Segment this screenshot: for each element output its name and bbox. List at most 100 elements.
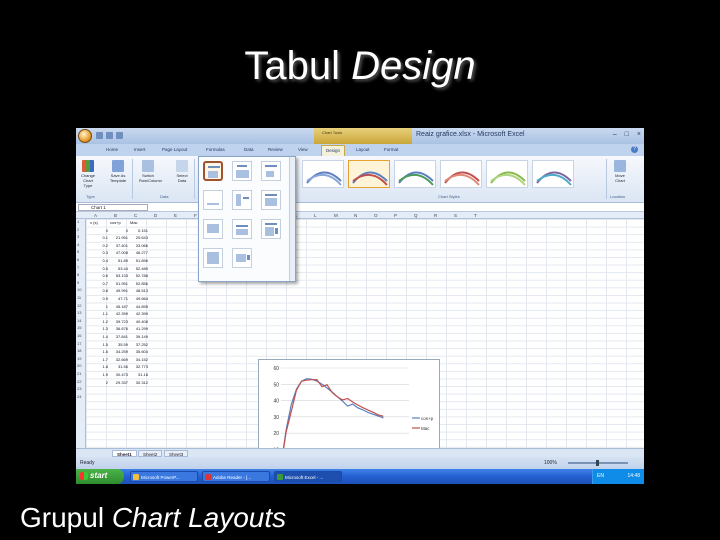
table-cell[interactable]: 2 [90, 380, 108, 385]
row-header[interactable]: 21 [77, 371, 81, 376]
column-header[interactable]: M [334, 213, 338, 218]
column-header[interactable]: O [374, 213, 378, 218]
table-cell[interactable]: 31.18 [130, 372, 148, 377]
table-cell[interactable]: 30.473 [110, 372, 128, 377]
save-icon[interactable] [96, 132, 103, 139]
row-header[interactable]: 3 [77, 234, 79, 239]
sheet-tab-3[interactable]: Sheet3 [164, 450, 189, 457]
row-header[interactable]: 19 [77, 356, 81, 361]
task-powerpoint[interactable]: Microsoft PowerP... [130, 471, 198, 482]
layout-11[interactable] [232, 248, 252, 268]
table-cell[interactable]: 32.773 [130, 364, 148, 369]
table-cell[interactable]: 30.312 [130, 380, 148, 385]
task-adobe-reader[interactable]: Adobe Reader - [... [202, 471, 270, 482]
table-cell[interactable]: 0.3 [90, 250, 108, 255]
undo-icon[interactable] [106, 132, 113, 139]
zoom-level[interactable]: 100% [544, 460, 557, 466]
tab-view[interactable]: View [298, 147, 308, 152]
table-cell[interactable]: 51.896 [130, 258, 148, 263]
table-cell[interactable]: 35.604 [130, 349, 148, 354]
table-cell[interactable]: 39.149 [130, 334, 148, 339]
layout-3[interactable] [261, 161, 281, 181]
row-header[interactable]: 6 [77, 257, 79, 262]
table-cell[interactable]: 1.2 [90, 319, 108, 324]
column-header[interactable]: D [154, 213, 157, 218]
help-icon[interactable]: ? [631, 146, 638, 153]
task-excel[interactable]: Microsoft Excel - ... [274, 471, 342, 482]
row-header[interactable]: 10 [77, 287, 81, 292]
sheet-tab-1[interactable]: Sheet1 [112, 450, 137, 457]
table-cell[interactable]: 47.71 [110, 296, 128, 301]
maximize-button[interactable]: □ [625, 131, 629, 138]
chart-style-1[interactable] [302, 160, 344, 188]
table-cell[interactable]: 32.669 [110, 357, 128, 362]
name-box[interactable]: Chart 1 [78, 204, 148, 211]
redo-icon[interactable] [116, 132, 123, 139]
table-cell[interactable]: 37.841 [110, 334, 128, 339]
table-cell[interactable]: 31.56 [110, 364, 128, 369]
table-cell[interactable]: 37.401 [110, 243, 128, 248]
table-cell[interactable]: x (s) [90, 220, 98, 225]
table-cell[interactable]: 48.513 [130, 288, 148, 293]
start-button[interactable]: start [76, 469, 124, 484]
table-cell[interactable]: 41.299 [130, 326, 148, 331]
tab-page-layout[interactable]: Page Layout [162, 147, 187, 152]
tab-home[interactable]: Home [106, 147, 118, 152]
zoom-slider-thumb[interactable] [596, 460, 599, 466]
tab-data[interactable]: Data [244, 147, 254, 152]
row-header[interactable]: 16 [77, 333, 81, 338]
row-header[interactable]: 18 [77, 348, 81, 353]
table-cell[interactable]: 45.187 [110, 304, 128, 309]
table-cell[interactable]: 1.5 [90, 342, 108, 347]
layout-2[interactable] [232, 161, 252, 181]
table-cell[interactable]: 42.399 [130, 311, 148, 316]
table-cell[interactable]: 52.489 [130, 266, 148, 271]
table-cell[interactable]: 0.4 [90, 258, 108, 263]
table-cell[interactable]: 52.856 [130, 281, 148, 286]
chart-style-2[interactable] [348, 160, 390, 188]
row-header[interactable]: 12 [77, 303, 81, 308]
row-header[interactable]: 11 [77, 295, 81, 300]
table-cell[interactable]: 51.89 [110, 258, 128, 263]
table-cell[interactable]: 0.8 [90, 288, 108, 293]
table-cell[interactable]: 49.991 [110, 288, 128, 293]
layout-7[interactable] [203, 219, 223, 239]
column-header[interactable]: N [354, 213, 357, 218]
column-header[interactable]: L [314, 213, 317, 218]
table-cell[interactable]: 34.259 [110, 349, 128, 354]
chart-style-5[interactable] [486, 160, 528, 188]
table-cell[interactable]: 34.152 [130, 357, 148, 362]
save-as-template-button[interactable]: Save As Template [109, 160, 127, 183]
table-cell[interactable]: 53.44 [110, 266, 128, 271]
tab-format[interactable]: Format [384, 147, 398, 152]
layout-8[interactable] [232, 219, 252, 239]
table-cell[interactable]: 29.337 [110, 380, 128, 385]
table-cell[interactable]: 49.664 [130, 296, 148, 301]
column-header[interactable]: F [194, 213, 197, 218]
table-cell[interactable]: 0.5 [90, 266, 108, 271]
table-cell[interactable]: 53.133 [110, 273, 128, 278]
sheet-tab-2[interactable]: Sheet2 [138, 450, 163, 457]
table-cell[interactable]: 44.895 [130, 304, 148, 309]
change-chart-type-button[interactable]: Change Chart Type [79, 160, 97, 188]
table-cell[interactable]: 39.723 [110, 319, 128, 324]
column-header[interactable]: B [114, 213, 117, 218]
table-cell[interactable]: 0.2 [90, 243, 108, 248]
table-cell[interactable]: 40.408 [130, 319, 148, 324]
switch-row-column-button[interactable]: Switch Row/Column [139, 160, 162, 183]
table-cell[interactable]: 20.643 [130, 235, 148, 240]
row-header[interactable]: 23 [77, 386, 81, 391]
table-cell[interactable]: cos+p [110, 220, 121, 225]
row-header[interactable]: 14 [77, 318, 81, 323]
column-header[interactable]: C [134, 213, 137, 218]
chart-style-6[interactable] [532, 160, 574, 188]
tab-formulas[interactable]: Formulas [206, 147, 225, 152]
move-chart-button[interactable]: Move Chart [611, 160, 629, 183]
column-header[interactable]: E [174, 213, 177, 218]
column-header[interactable]: S [454, 213, 457, 218]
row-header[interactable]: 24 [77, 394, 81, 399]
column-header[interactable]: P [394, 213, 397, 218]
table-cell[interactable]: 35.59 [110, 342, 128, 347]
table-cell[interactable]: 0.6 [90, 273, 108, 278]
worksheet-grid[interactable]: ABCDEFGHIJKLMNOPQRST 1234567891011121314… [76, 212, 644, 484]
